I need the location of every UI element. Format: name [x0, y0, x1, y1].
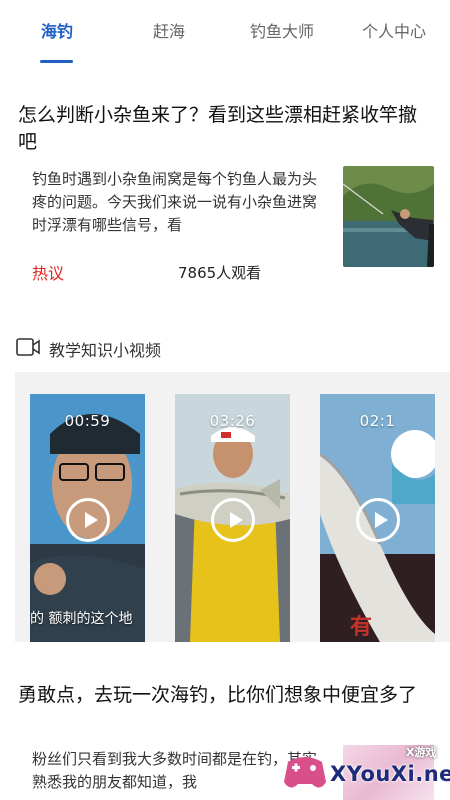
svg-text:有: 有 — [350, 614, 372, 640]
article-title[interactable]: 勇敢点，去玩一次海钓，比你们想象中便宜多了 — [18, 682, 432, 709]
tab-sea-fishing[interactable]: 海钓 — [40, 18, 74, 42]
watermark-text: XYouXi.net — [330, 762, 450, 786]
watermark-label: X游戏 — [406, 746, 437, 759]
play-icon[interactable] — [211, 498, 255, 542]
tab-beach-combing[interactable]: 赶海 — [152, 18, 186, 42]
video-caption: 的 额刺的这个地 — [30, 611, 133, 627]
section-title: 教学知识小视频 — [49, 341, 162, 360]
top-tab-bar: 海钓 赶海 钓鱼大师 个人中心 — [0, 0, 450, 66]
article-title[interactable]: 怎么判断小杂鱼来了？看到这些漂相赶紧收竿撤吧 — [18, 102, 432, 156]
video-card[interactable]: 有 02:1 — [320, 394, 435, 642]
hot-badge: 热议 — [32, 264, 65, 283]
tab-profile[interactable]: 个人中心 — [360, 18, 428, 42]
video-duration: 00:59 — [64, 412, 111, 430]
video-section-header: 教学知识小视频 — [16, 336, 316, 360]
gamepad-icon — [284, 757, 326, 788]
video-duration: 02:1 — [359, 412, 396, 430]
play-icon[interactable] — [356, 498, 400, 542]
video-card[interactable]: 03:26 — [175, 394, 290, 642]
video-duration: 03:26 — [209, 412, 256, 430]
article-thumbnail[interactable] — [343, 166, 434, 267]
video-card[interactable]: 00:59 的 额刺的这个地 — [30, 394, 145, 642]
camera-icon — [16, 338, 40, 356]
video-carousel[interactable]: 00:59 的 额刺的这个地 03:26 有 02:1 — [15, 372, 450, 642]
view-count: 7865人观看 — [178, 264, 262, 282]
active-tab-indicator — [40, 60, 73, 63]
site-watermark: X游戏 XYouXi.net — [276, 740, 450, 800]
article-summary[interactable]: 钓鱼时遇到小杂鱼闹窝是每个钓鱼人最为头疼的问题。今天我们来说一说有小杂鱼进窝时浮… — [32, 168, 317, 237]
tab-fishing-master[interactable]: 钓鱼大师 — [248, 18, 316, 42]
play-icon[interactable] — [66, 498, 110, 542]
